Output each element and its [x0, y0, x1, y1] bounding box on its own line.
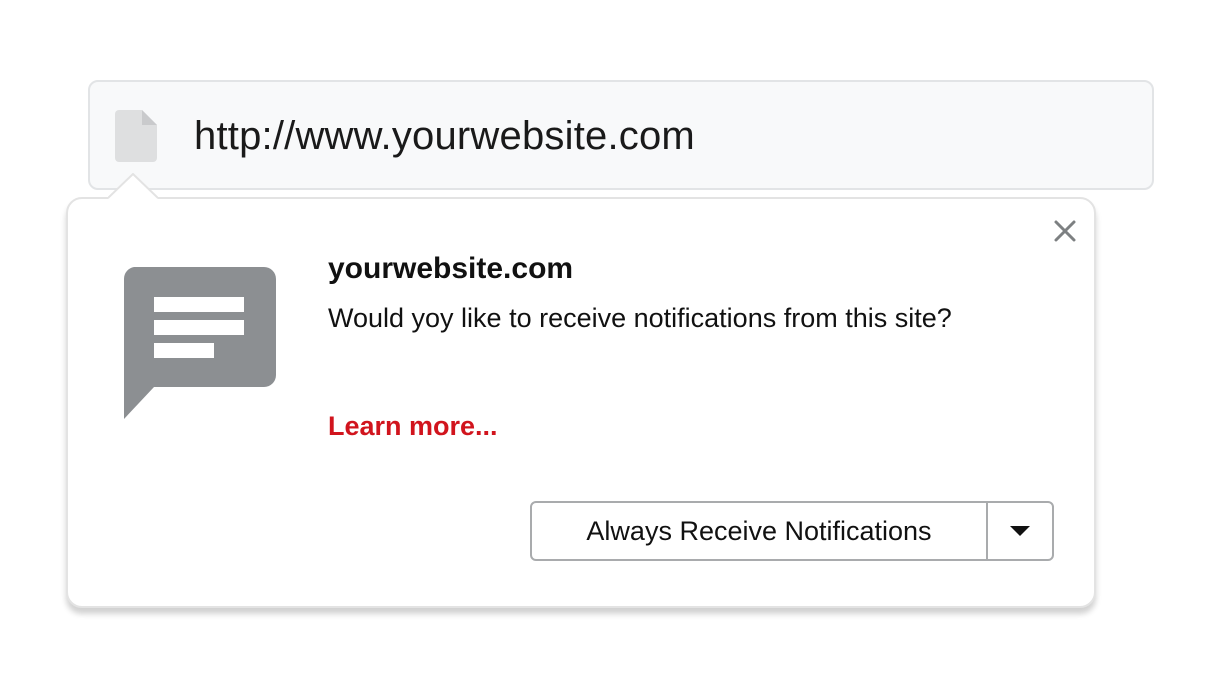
address-bar[interactable]: http://www.yourwebsite.com: [88, 80, 1154, 190]
url-text[interactable]: http://www.yourwebsite.com: [194, 112, 695, 160]
options-dropdown-button[interactable]: [988, 503, 1052, 559]
document-icon: [115, 110, 157, 162]
caret-down-icon: [1010, 526, 1030, 536]
popup-pointer: [108, 173, 158, 199]
close-icon[interactable]: [1053, 219, 1077, 243]
notification-permission-popup: yourwebsite.com Would yoy like to receiv…: [66, 197, 1096, 608]
permission-message: Would yoy like to receive notifications …: [328, 303, 952, 333]
learn-more-link[interactable]: Learn more...: [328, 407, 498, 445]
notification-split-button: Always Receive Notifications: [530, 501, 1054, 561]
always-receive-button[interactable]: Always Receive Notifications: [532, 503, 986, 559]
site-name: yourwebsite.com: [328, 252, 574, 285]
notification-permission-scene: http://www.yourwebsite.com yourwebsite.c…: [0, 0, 1220, 688]
chat-bubble-icon: [123, 267, 276, 419]
